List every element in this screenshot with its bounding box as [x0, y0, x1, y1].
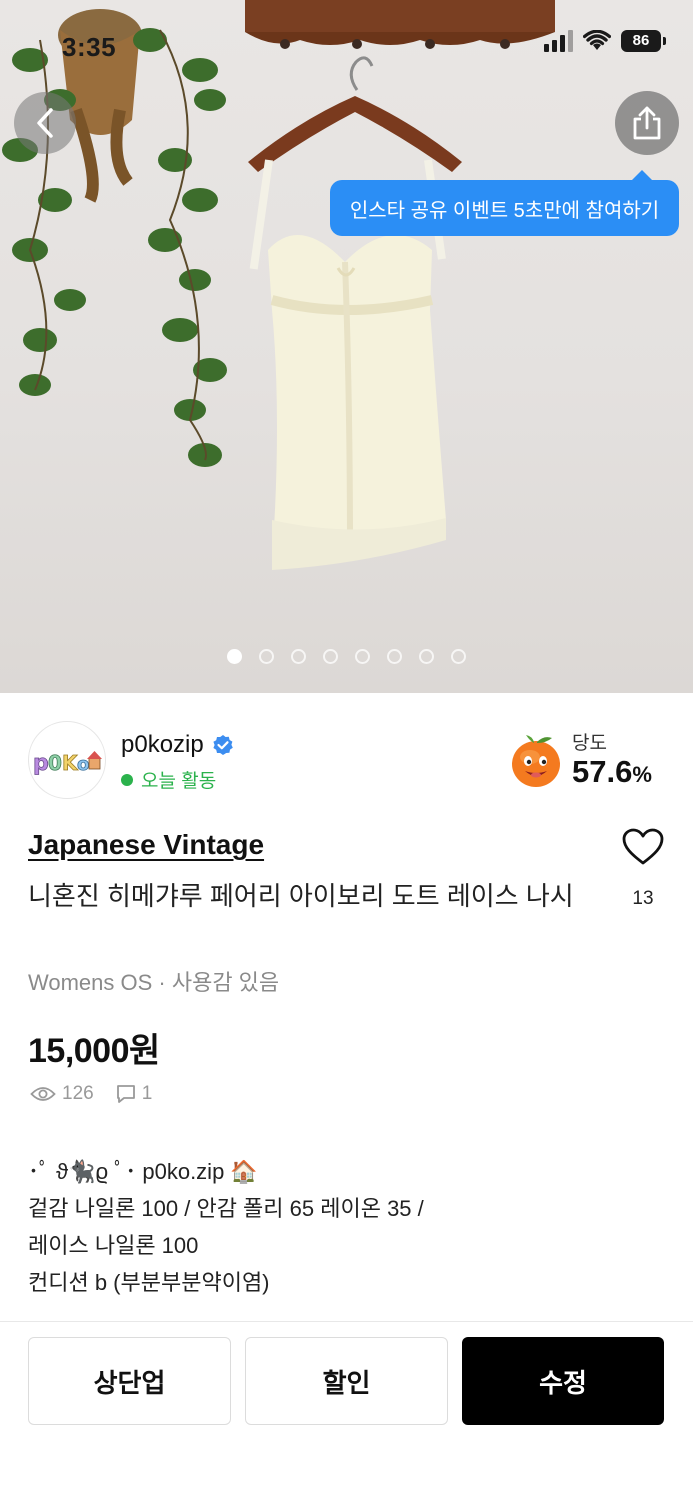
comment-icon [116, 1085, 135, 1103]
sweetness-unit: % [632, 762, 652, 787]
description-line: 겉감 나일론 100 / 안감 폴리 65 레이온 35 / [28, 1196, 424, 1221]
heart-icon [622, 828, 664, 865]
online-dot-icon [121, 773, 133, 786]
product-image-carousel[interactable]: 3:35 86 인스타 공유 이벤트 5초만에 참여하기 [0, 0, 693, 693]
svg-text:0: 0 [48, 751, 62, 775]
chevron-left-icon [37, 108, 53, 138]
seller-name-row[interactable]: p0kozip [121, 731, 234, 759]
comment-count: 1 [141, 1083, 153, 1104]
description-line: ･ﾟ ϑ🐈‍⬛ϱ ﾟ･ p0ko.zip 🏠 [28, 1159, 258, 1184]
status-icons: 86 [544, 30, 666, 52]
view-count: 126 [62, 1083, 94, 1104]
seller-avatar[interactable]: p 0 K o [28, 721, 106, 799]
tooltip-text: 인스타 공유 이벤트 5초만에 참여하기 [349, 199, 660, 222]
carousel-dot[interactable] [419, 649, 434, 664]
carousel-dot[interactable] [291, 649, 306, 664]
description-line: 컨디션 b (부분부분약이염) [28, 1270, 270, 1295]
carousel-dot[interactable] [227, 649, 242, 664]
bump-button[interactable]: 상단업 [28, 1337, 231, 1425]
verified-badge-icon [213, 735, 233, 755]
svg-text:p: p [33, 751, 49, 776]
signal-icon [544, 30, 573, 52]
seller-logo: p 0 K o [33, 751, 102, 776]
product-price: 15,000원 [28, 1032, 160, 1070]
product-category: Womens OS · 사용감 있음 [28, 970, 280, 995]
orange-mascot-icon [512, 735, 560, 787]
share-button[interactable] [615, 91, 679, 155]
sweetness-label: 당도 [572, 733, 607, 754]
status-bar: 3:35 86 [0, 0, 693, 90]
carousel-dot[interactable] [387, 649, 402, 664]
activity-text: 오늘 활동 [141, 771, 217, 792]
product-title: 니혼진 히메갸루 페어리 아이보리 도트 레이스 나시 [28, 881, 574, 911]
brand-link[interactable]: Japanese Vintage [28, 829, 264, 861]
carousel-dot[interactable] [451, 649, 466, 664]
carousel-pagination [0, 649, 693, 664]
like-count: 13 [632, 888, 654, 909]
eye-icon [30, 1087, 56, 1101]
product-photo [2, 0, 555, 570]
battery-icon: 86 [621, 30, 666, 52]
seller-name: p0kozip [121, 731, 204, 758]
bottom-divider [0, 1321, 693, 1322]
svg-text:o: o [77, 754, 89, 775]
share-event-tooltip[interactable]: 인스타 공유 이벤트 5초만에 참여하기 [330, 170, 679, 236]
share-icon [633, 106, 661, 140]
back-button[interactable] [14, 92, 76, 154]
seller-activity-status: 오늘 활동 [121, 766, 216, 793]
sweetness-number: 57.6 [572, 754, 633, 789]
wifi-icon [583, 30, 611, 50]
product-description: ･ﾟ ϑ🐈‍⬛ϱ ﾟ･ p0ko.zip 🏠 겉감 나일론 100 / 안감 폴… [28, 1153, 668, 1301]
sweetness-value: 57.6% [572, 754, 652, 790]
carousel-dot[interactable] [259, 649, 274, 664]
like-button[interactable] [620, 828, 666, 871]
description-line: 레이스 나일론 100 [28, 1233, 199, 1258]
edit-button[interactable]: 수정 [462, 1337, 664, 1425]
carousel-dot[interactable] [355, 649, 370, 664]
product-stats: 126 1 [30, 1083, 152, 1105]
status-time: 3:35 [62, 32, 117, 62]
discount-button[interactable]: 할인 [245, 1337, 448, 1425]
carousel-dot[interactable] [323, 649, 338, 664]
